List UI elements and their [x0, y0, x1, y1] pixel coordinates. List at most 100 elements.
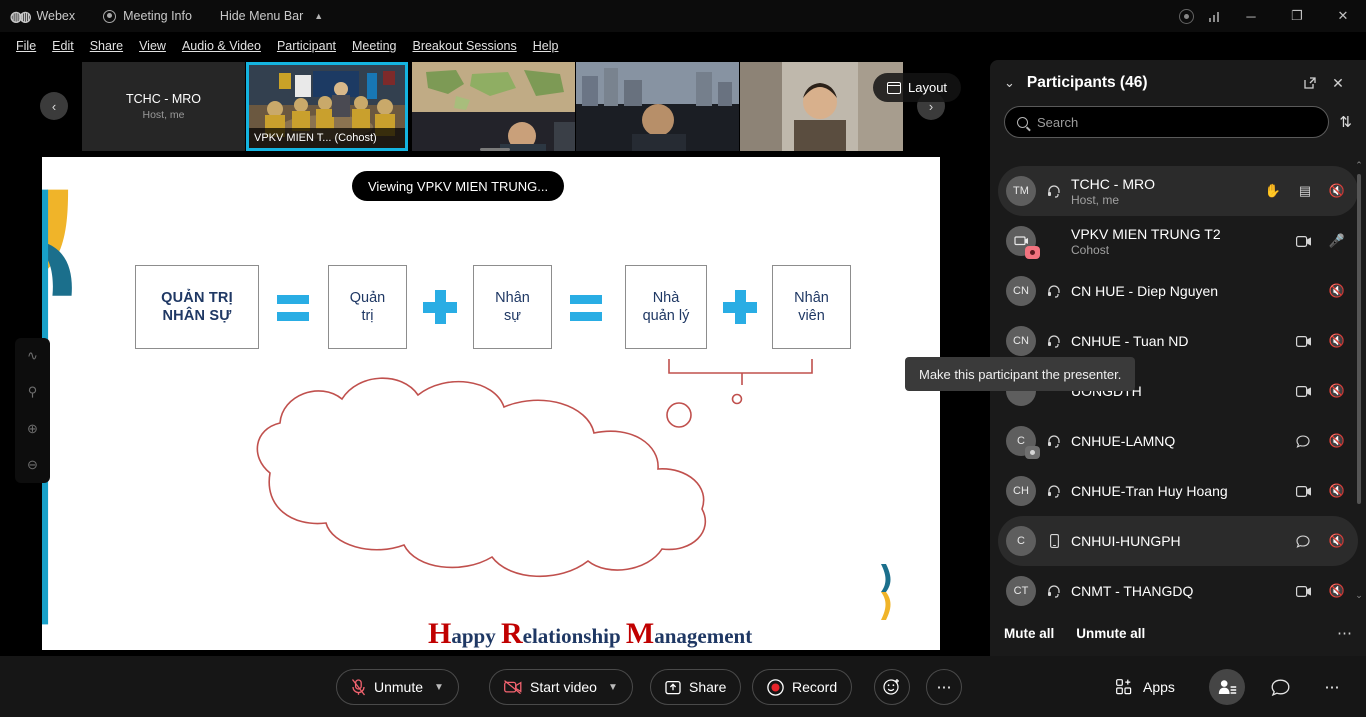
recording-status-indicator[interactable]	[1172, 0, 1200, 32]
chat-icon[interactable]	[1296, 534, 1314, 548]
video-icon[interactable]	[1296, 585, 1314, 597]
search-icon	[1017, 116, 1028, 128]
sort-icon[interactable]: ⇅	[1339, 113, 1352, 131]
table-row[interactable]: CN CN HUE - Diep Nguyen 🔇	[998, 266, 1358, 316]
hide-menu-bar-button[interactable]: Hide Menu Bar ▲	[220, 9, 323, 23]
layout-icon	[887, 81, 901, 94]
meeting-info-icon	[103, 9, 117, 23]
popout-panel-button[interactable]	[1296, 69, 1324, 97]
mic-active-icon[interactable]: 🎤	[1328, 233, 1346, 249]
unmute-button[interactable]: Unmute ▼	[336, 669, 459, 705]
raise-hand-icon[interactable]: ✋	[1264, 183, 1282, 199]
unmute-all-button[interactable]: Unmute all	[1076, 626, 1145, 641]
menu-breakout-sessions[interactable]: Breakout Sessions	[404, 36, 524, 56]
filmstrip-resize-handle[interactable]	[480, 148, 510, 151]
mic-muted-icon[interactable]: 🔇	[1328, 433, 1346, 449]
window-controls: ─ ❐ ✕	[1172, 0, 1366, 32]
mute-all-button[interactable]: Mute all	[1004, 626, 1054, 641]
more-controls-button[interactable]: ⋯	[926, 669, 962, 705]
minimize-button[interactable]: ─	[1228, 0, 1274, 32]
participant-name: CNHUE-LAMNQ	[1071, 433, 1176, 449]
participants-scrollbar[interactable]: ⌃ ⌄	[1355, 160, 1363, 600]
video-icon[interactable]	[1296, 385, 1314, 397]
avatar-initials: CN	[1013, 335, 1029, 347]
close-panel-button[interactable]: ✕	[1324, 69, 1352, 97]
menu-participant[interactable]: Participant	[269, 36, 344, 56]
participants-button[interactable]	[1209, 669, 1245, 705]
more-options-icon[interactable]: ⋯	[1337, 624, 1352, 642]
close-button[interactable]: ✕	[1320, 0, 1366, 32]
right-more-button[interactable]: ⋯	[1314, 669, 1350, 705]
video-icon[interactable]	[1296, 335, 1314, 347]
video-tile-4[interactable]	[576, 62, 739, 151]
mic-muted-icon[interactable]: 🔇	[1328, 583, 1346, 599]
avatar	[1006, 226, 1040, 259]
table-row[interactable]: CT CNMT - THANGDQ 🔇	[998, 566, 1358, 613]
menu-view[interactable]: View	[131, 36, 174, 56]
scroll-down-icon[interactable]: ⌄	[1355, 590, 1363, 601]
network-status-indicator[interactable]	[1200, 0, 1228, 32]
table-row[interactable]: C CNHUI-HUNGPH 🔇	[998, 516, 1358, 566]
participant-name: CN HUE - Diep Nguyen	[1071, 283, 1219, 299]
video-tile-active-speaker[interactable]: VPKV MIEN T... (Cohost)	[246, 62, 408, 151]
record-button[interactable]: Record	[752, 669, 853, 705]
search-box[interactable]	[1004, 106, 1330, 138]
filmstrip-prev-button[interactable]: ‹	[40, 92, 68, 120]
chat-icon[interactable]	[1296, 434, 1314, 448]
layout-button[interactable]: Layout	[873, 73, 962, 102]
table-row[interactable]: CH CNHUE-Tran Huy Hoang 🔇	[998, 466, 1358, 516]
chevron-down-icon[interactable]: ⌄	[1004, 75, 1015, 91]
minimize-icon: ─	[1246, 8, 1256, 24]
mic-muted-icon[interactable]: 🔇	[1328, 483, 1346, 499]
mic-muted-icon[interactable]: 🔇	[1328, 383, 1346, 399]
slide-page-mark	[881, 564, 891, 620]
mic-muted-icon[interactable]: 🔇	[1328, 533, 1346, 549]
video-icon[interactable]	[1296, 235, 1314, 247]
participant-actions: 🔇	[1296, 583, 1350, 599]
participant-name: CNHUE-Tran Huy Hoang	[1071, 483, 1228, 499]
reactions-button[interactable]	[874, 669, 910, 705]
menu-meeting[interactable]: Meeting	[344, 36, 404, 56]
mic-muted-icon[interactable]: 🔇	[1328, 333, 1346, 349]
restore-icon: ❐	[1291, 8, 1303, 23]
mic-muted-icon[interactable]: 🔇	[1328, 183, 1346, 199]
menu-edit[interactable]: Edit	[44, 36, 82, 56]
menu-share[interactable]: Share	[82, 36, 131, 56]
laser-pointer-icon[interactable]: ⚲	[22, 381, 44, 403]
scroll-up-icon[interactable]: ⌃	[1355, 160, 1363, 171]
start-video-button[interactable]: Start video ▼	[489, 669, 633, 705]
menu-help-label: Help	[532, 39, 559, 53]
meeting-info-button[interactable]: Meeting Info	[103, 9, 192, 23]
video-tile-3[interactable]	[412, 62, 575, 151]
apps-button-label: Apps	[1143, 679, 1175, 695]
scrollbar-thumb[interactable]	[1357, 174, 1361, 504]
avatar-initials: TM	[1013, 185, 1029, 197]
menu-audio-video[interactable]: Audio & Video	[174, 36, 269, 56]
menu-help[interactable]: Help	[525, 36, 567, 56]
table-row[interactable]: C CNHUE-LAMNQ 🔇	[998, 416, 1358, 466]
thought-cloud-graphic	[256, 359, 813, 578]
share-screen-icon	[665, 680, 681, 694]
hide-menu-bar-label: Hide Menu Bar	[219, 9, 304, 23]
table-row[interactable]: VPKV MIEN TRUNG T2 Cohost 🎤	[998, 216, 1358, 266]
cloud-word-2-cap: R	[500, 617, 523, 650]
mic-muted-icon[interactable]: 🔇	[1328, 283, 1346, 299]
search-input[interactable]	[1037, 114, 1317, 130]
avatar: C	[1006, 426, 1040, 459]
video-icon[interactable]	[1296, 485, 1314, 497]
share-button[interactable]: Share	[650, 669, 742, 705]
chevron-down-icon[interactable]: ▼	[434, 682, 444, 693]
chevron-down-icon[interactable]: ▼	[608, 682, 618, 693]
viewing-banner: Viewing VPKV MIEN TRUNG...	[352, 171, 565, 201]
video-tile-self[interactable]: TCHC - MRO Host, me	[82, 62, 245, 151]
apps-button[interactable]: Apps	[1106, 669, 1185, 705]
table-row[interactable]: TM TCHC - MRO Host, me ✋ ▤ 🔇	[998, 166, 1358, 216]
pen-icon[interactable]: ∿	[22, 345, 44, 367]
zoom-in-icon[interactable]: ⊕	[22, 418, 44, 440]
diagram-box-4-line2: quản lý	[642, 308, 690, 324]
menu-file[interactable]: File	[8, 36, 44, 56]
zoom-out-icon[interactable]: ⊖	[22, 454, 44, 476]
restore-button[interactable]: ❐	[1274, 0, 1320, 32]
name-card-icon[interactable]: ▤	[1296, 183, 1314, 199]
chat-button[interactable]	[1262, 669, 1298, 705]
